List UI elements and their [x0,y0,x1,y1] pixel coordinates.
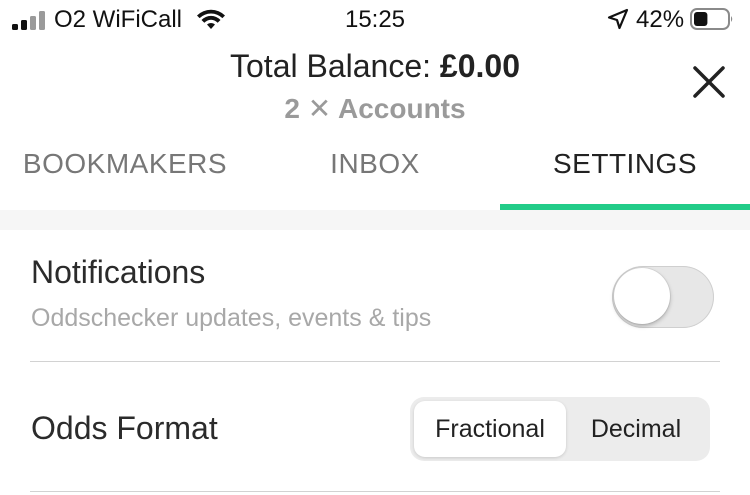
balance-label: Total Balance: [230,48,432,84]
toggle-knob [614,268,670,324]
tab-bookmakers-label: BOOKMAKERS [22,148,228,179]
notifications-toggle[interactable] [612,266,714,328]
balance-value: £0.00 [439,48,520,84]
section-separator [0,210,750,230]
accounts-label: Accounts [338,93,466,124]
notifications-title: Notifications [31,254,206,290]
odds-format-fractional[interactable]: Fractional [414,401,566,457]
accounts-summary: 2 ✕ Accounts [0,92,750,125]
battery-percent: 42% [636,6,685,33]
accounts-count: 2 [284,93,300,124]
notifications-subtitle: Oddschecker updates, events & tips [31,304,432,332]
divider [30,491,720,492]
odds-format-title: Odds Format [31,410,218,446]
odds-format-decimal[interactable]: Decimal [566,401,706,457]
tab-settings[interactable]: SETTINGS [500,148,750,210]
location-arrow-icon [607,8,629,30]
tab-bookmakers[interactable]: BOOKMAKERS [0,148,250,210]
tab-settings-label: SETTINGS [552,148,697,179]
status-bar: O2 WiFiCall 15:25 42% [0,0,750,40]
accounts-multiply: ✕ [307,93,332,124]
divider [30,361,720,362]
total-balance: Total Balance: £0.00 [0,48,750,85]
battery-icon [690,8,733,30]
tab-inbox[interactable]: INBOX [250,148,500,210]
close-icon[interactable] [689,62,729,102]
tab-inbox-label: INBOX [330,148,420,179]
odds-format-selector: Fractional Decimal [410,397,710,461]
